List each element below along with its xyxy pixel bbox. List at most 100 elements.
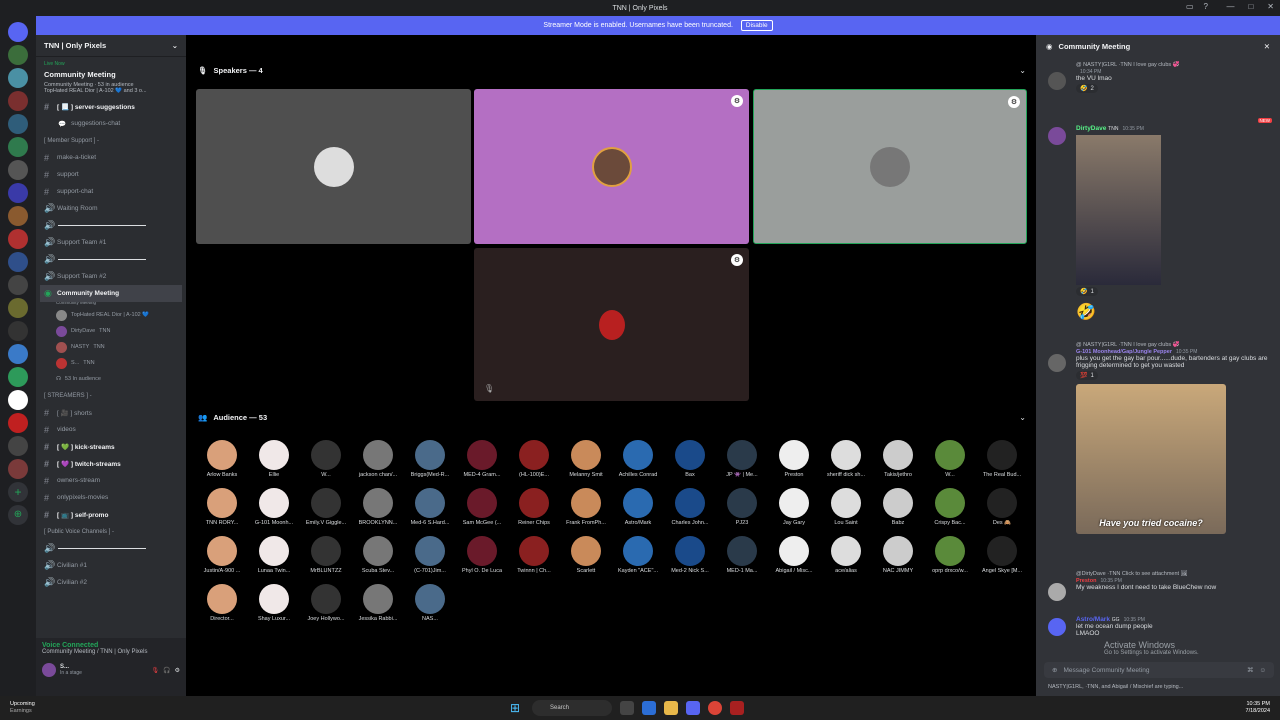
channel-videos[interactable]: # videos — [36, 421, 186, 438]
settings-badge-icon[interactable]: ⚙ — [731, 95, 743, 107]
avatar[interactable] — [1048, 127, 1066, 145]
audience-member[interactable]: Reiner Chips — [508, 488, 560, 526]
audience-member[interactable]: Melanny Smit — [560, 440, 612, 478]
chevron-down-icon[interactable]: ⌄ — [1019, 413, 1026, 422]
chat-message[interactable]: @ NASTY|G1RL ·TNN I love gay clubs 💞 G-1… — [1036, 342, 1280, 534]
channel-support-team-1[interactable]: 🔊 Support Team #1 — [36, 234, 186, 251]
inbox-icon[interactable]: ▭ — [1186, 2, 1194, 11]
audience-member[interactable]: Briggs(Med-R... — [404, 440, 456, 478]
server-icon[interactable] — [8, 367, 28, 387]
avatar[interactable] — [1048, 583, 1066, 601]
stage-member[interactable]: TopHated REAL Dior | A-102 💙 — [36, 307, 186, 323]
channel-support[interactable]: # support — [36, 166, 186, 183]
audience-member[interactable]: Phyl O. De Luca — [456, 536, 508, 574]
audience-member[interactable]: Angel Skye [M... — [976, 536, 1028, 574]
stage-member[interactable]: S... TNN — [36, 355, 186, 371]
audience-member[interactable]: Preston — [768, 440, 820, 478]
audience-member[interactable]: JP 👾 | Me... — [716, 440, 768, 478]
speaker-tile[interactable]: ⚙ — [474, 89, 749, 244]
audience-member[interactable]: NAC JIMMY — [872, 536, 924, 574]
edge-icon[interactable] — [642, 701, 656, 715]
audience-member[interactable]: Babz — [872, 488, 924, 526]
server-icon[interactable] — [8, 390, 28, 410]
disable-button[interactable]: Disable — [740, 20, 773, 31]
avatar[interactable] — [1048, 354, 1066, 372]
audience-member[interactable]: Bax — [664, 440, 716, 478]
speaker-tile[interactable]: ⚙ 🎙 — [474, 248, 749, 401]
audience-member[interactable]: Astro/Mark — [612, 488, 664, 526]
audience-member[interactable]: NAS... — [404, 584, 456, 622]
speaker-tile[interactable]: ⚙ — [753, 89, 1027, 244]
channel-suggestions-chat[interactable]: 💬 suggestions-chat — [36, 115, 186, 132]
server-icon[interactable] — [8, 229, 28, 249]
maximize-button[interactable]: □ — [1248, 2, 1253, 11]
audience-member[interactable]: Twinnn | Ch... — [508, 536, 560, 574]
add-server-icon[interactable]: + — [8, 482, 28, 502]
audience-member[interactable]: Med-6 S.Hard... — [404, 488, 456, 526]
speaker-tile[interactable] — [196, 89, 471, 244]
audience-member[interactable]: Charles John... — [664, 488, 716, 526]
emoji-icon[interactable]: ☺ — [1259, 667, 1266, 674]
server-icon[interactable] — [8, 137, 28, 157]
minimize-button[interactable]: — — [1226, 2, 1234, 11]
avatar[interactable] — [1048, 618, 1066, 636]
channel-shorts[interactable]: #[ 🎥 ] shorts — [36, 404, 186, 421]
voice-channel[interactable]: Community Meeting / TNN | Only Pixels — [42, 649, 180, 655]
category-streamers[interactable]: [ STREAMERS ] - — [36, 387, 186, 404]
server-icon[interactable] — [8, 321, 28, 341]
channel-twitch-streams[interactable]: #[ 💜 ] twitch-streams — [36, 455, 186, 472]
audience-member[interactable]: Achilles Conrad — [612, 440, 664, 478]
channel-server-suggestions[interactable]: #[ 📃 ] server-suggestions — [36, 98, 186, 115]
channel-waiting-room[interactable]: 🔊 Waiting Room — [36, 200, 186, 217]
audience-member[interactable]: ace/alias — [820, 536, 872, 574]
stage-audience-count[interactable]: ☊ 53 In audience — [36, 371, 186, 387]
reaction[interactable]: 🤣 2 — [1076, 84, 1098, 93]
audience-member[interactable]: TNN RORY... — [196, 488, 248, 526]
reaction[interactable]: 🤣 1 — [1076, 287, 1098, 296]
audience-member[interactable]: The Real Bud... — [976, 440, 1028, 478]
channel-support-chat[interactable]: # support-chat — [36, 183, 186, 200]
audience-member[interactable]: Director... — [196, 584, 248, 622]
audience-member[interactable]: G-101 Moonh... — [248, 488, 300, 526]
server-icon[interactable] — [8, 160, 28, 180]
channel-owners-stream[interactable]: # owners-stream — [36, 472, 186, 489]
server-icon[interactable] — [8, 275, 28, 295]
gift-icon[interactable]: ⌘ — [1247, 666, 1254, 674]
app-icon[interactable] — [730, 701, 744, 715]
avatar[interactable] — [1048, 72, 1066, 90]
channel-kick-streams[interactable]: #[ 💚 ] kick-streams — [36, 438, 186, 455]
channel-civilian-2[interactable]: 🔊 Civilian #2 — [36, 574, 186, 591]
file-explorer-icon[interactable] — [664, 701, 678, 715]
audience-member[interactable]: Abigail / Misc... — [768, 536, 820, 574]
audience-member[interactable]: Med-2 Nick S... — [664, 536, 716, 574]
audience-member[interactable]: (HL-100)E... — [508, 440, 560, 478]
server-icon[interactable] — [8, 45, 28, 65]
audience-member[interactable]: Justin/A-900 ... — [196, 536, 248, 574]
gif-attachment[interactable]: Have you tried cocaine? — [1076, 384, 1226, 534]
settings-badge-icon[interactable]: ⚙ — [1008, 96, 1020, 108]
chrome-icon[interactable] — [708, 701, 722, 715]
audience-member[interactable]: Lou Saint — [820, 488, 872, 526]
image-attachment[interactable] — [1076, 135, 1161, 285]
server-icon[interactable] — [8, 344, 28, 364]
weather-widget[interactable]: Upcoming Earnings — [10, 701, 35, 715]
audience-member[interactable]: Emily.V Giggle... — [300, 488, 352, 526]
reaction[interactable]: 💯 1 — [1076, 371, 1098, 380]
audience-member[interactable]: MED-1 Ma... — [716, 536, 768, 574]
server-header[interactable]: TNN | Only Pixels ⌄ — [36, 35, 186, 57]
server-icon[interactable] — [8, 114, 28, 134]
live-event[interactable]: Live Now Community Meeting Community Mee… — [36, 57, 186, 98]
audience-member[interactable]: oprp drxco/w... — [924, 536, 976, 574]
server-icon[interactable] — [8, 436, 28, 456]
channel-support-team-2[interactable]: 🔊 Support Team #2 — [36, 268, 186, 285]
audience-member[interactable]: Lunaa Twin... — [248, 536, 300, 574]
server-icon[interactable] — [8, 68, 28, 88]
audience-member[interactable]: (C-701)Jim... — [404, 536, 456, 574]
server-icon[interactable] — [8, 298, 28, 318]
audience-member[interactable]: Joey Hollywo... — [300, 584, 352, 622]
audience-member[interactable]: jackson chan/... — [352, 440, 404, 478]
app-icon[interactable] — [620, 701, 634, 715]
server-icon[interactable] — [8, 459, 28, 479]
chat-message[interactable]: DirtyDave TNN 10:35 PM 🤣 1 🤣 — [1036, 125, 1280, 322]
windows-start-icon[interactable]: ⊞ — [510, 701, 524, 715]
